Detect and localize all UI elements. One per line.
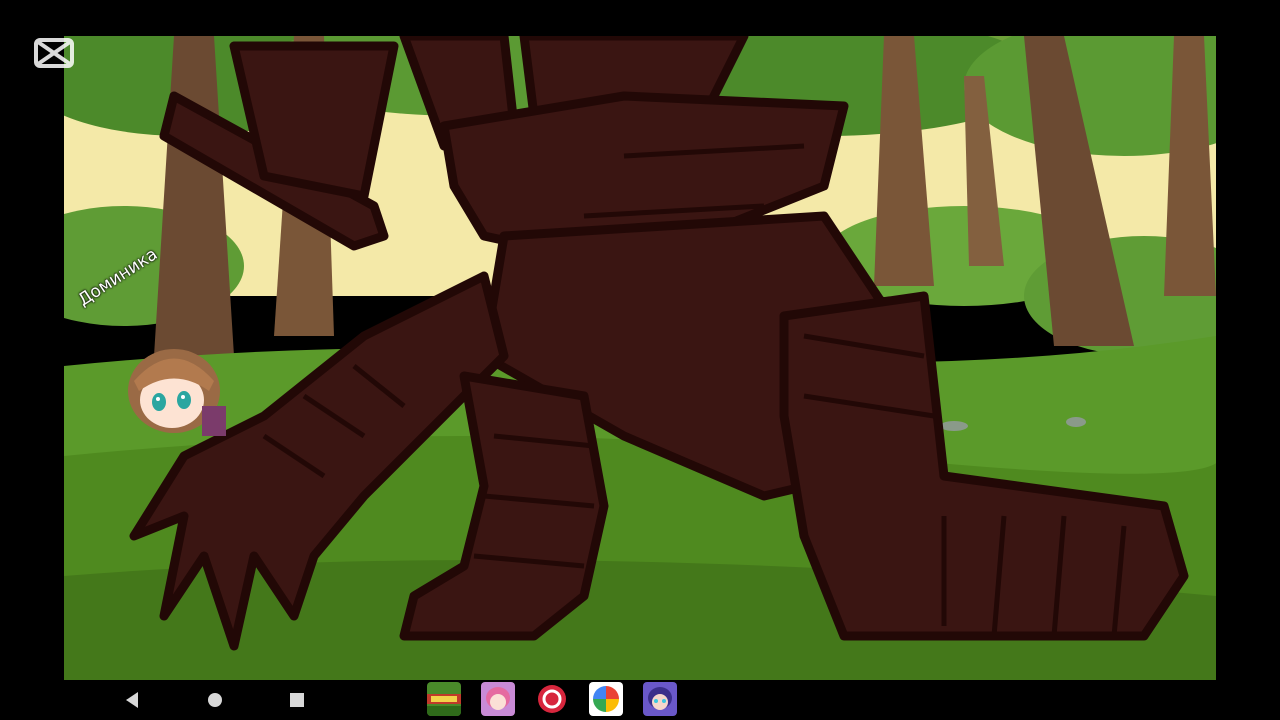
capcut-icon <box>34 38 74 68</box>
game-scene <box>64 36 1216 680</box>
red-swirl-icon <box>535 682 569 716</box>
recents-button[interactable] <box>284 688 310 712</box>
app-gacha-1[interactable] <box>481 682 515 716</box>
navigation-bar <box>64 680 1216 720</box>
bandaged-creature <box>129 36 1189 651</box>
back-button[interactable] <box>120 688 146 712</box>
app-gacha-2[interactable] <box>643 682 677 716</box>
photos-pinwheel-icon <box>589 682 623 716</box>
pixel-game-icon <box>427 682 461 716</box>
square-recents-icon <box>290 693 304 707</box>
app-game-1[interactable] <box>427 682 461 716</box>
triangle-back-icon <box>126 692 138 708</box>
app-pinwheel[interactable] <box>589 682 623 716</box>
chibi-character <box>128 349 226 436</box>
app-red-circle[interactable] <box>535 682 569 716</box>
gacha-character-blue-icon <box>643 682 677 716</box>
home-button[interactable] <box>202 688 228 712</box>
gacha-character-icon <box>481 682 515 716</box>
circle-home-icon <box>208 693 222 707</box>
